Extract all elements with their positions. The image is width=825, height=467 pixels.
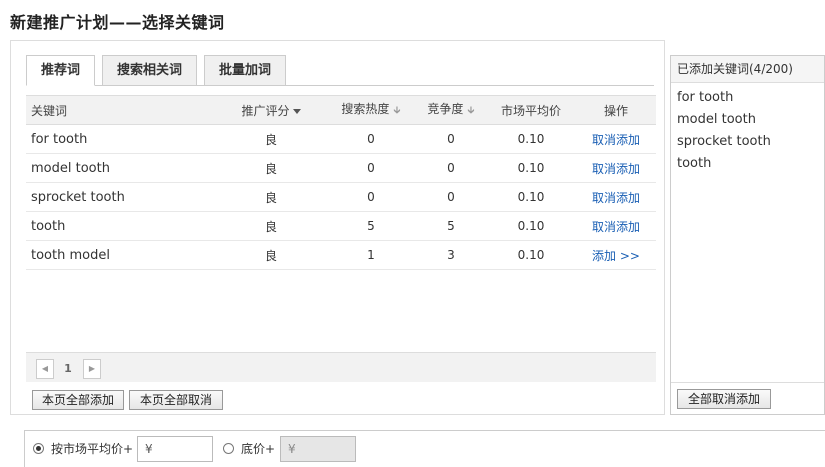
keyword-selection-panel: 推荐词 搜索相关词 批量加词 关键词 推广评分 搜索热度 🡳 竞争度 🡳 市场平均价… xyxy=(10,40,665,415)
header-heat[interactable]: 搜索热度 🡳 xyxy=(326,95,416,125)
header-action: 操作 xyxy=(576,95,656,125)
table-row: model tooth 良 0 0 0.10 取消添加 xyxy=(26,153,656,183)
keyword-table: 关键词 推广评分 搜索热度 🡳 竞争度 🡳 市场平均价 操作 for tooth 良… xyxy=(26,95,656,270)
cell-competition: 0 xyxy=(416,124,486,154)
cell-action: 添加 >> xyxy=(576,240,656,270)
next-page-button[interactable]: ▶ xyxy=(83,359,101,379)
cell-action: 取消添加 xyxy=(576,182,656,212)
cell-avg-price: 0.10 xyxy=(486,182,576,212)
cell-avg-price: 0.10 xyxy=(486,124,576,154)
add-all-on-page-button[interactable]: 本页全部添加 xyxy=(32,390,124,410)
cancel-add-link[interactable]: 取消添加 xyxy=(592,191,640,205)
list-item: model tooth xyxy=(677,112,756,127)
table-row: tooth 良 5 5 0.10 取消添加 xyxy=(26,211,656,241)
cell-competition: 0 xyxy=(416,153,486,183)
tab-divider xyxy=(26,85,654,86)
cell-heat: 1 xyxy=(326,240,416,270)
tab-recommended[interactable]: 推荐词 xyxy=(26,55,96,86)
current-page-number: 1 xyxy=(64,362,72,375)
tab-bulk-add[interactable]: 批量加词 xyxy=(204,55,287,86)
list-item: for tooth xyxy=(677,90,734,105)
cancel-all-on-page-button[interactable]: 本页全部取消 xyxy=(129,390,223,410)
sort-down-icon: 🡳 xyxy=(467,105,475,116)
added-keywords-title: 已添加关键词(4/200) xyxy=(671,56,824,83)
table-row: tooth model 良 1 3 0.10 添加 >> xyxy=(26,240,656,270)
header-competition[interactable]: 竞争度 🡳 xyxy=(416,95,486,125)
cell-avg-price: 0.10 xyxy=(486,240,576,270)
tab-search-related[interactable]: 搜索相关词 xyxy=(102,55,198,86)
cell-competition: 3 xyxy=(416,240,486,270)
base-price-label: 底价+ xyxy=(241,442,276,456)
cell-score: 良 xyxy=(216,182,326,212)
cancel-add-link[interactable]: 取消添加 xyxy=(592,133,640,147)
base-price-radio[interactable] xyxy=(223,443,234,454)
prev-page-button[interactable]: ◀ xyxy=(36,359,54,379)
cell-keyword: tooth xyxy=(26,211,216,241)
market-price-radio[interactable] xyxy=(33,443,44,454)
cell-heat: 0 xyxy=(326,153,416,183)
cell-keyword: sprocket tooth xyxy=(26,182,216,212)
cell-score: 良 xyxy=(216,240,326,270)
header-heat-label: 搜索热度 xyxy=(341,102,390,116)
table-row: for tooth 良 0 0 0.10 取消添加 xyxy=(26,124,656,154)
cell-competition: 0 xyxy=(416,182,486,212)
header-keyword: 关键词 xyxy=(26,95,216,125)
table-row: sprocket tooth 良 0 0 0.10 取消添加 xyxy=(26,182,656,212)
list-item: tooth xyxy=(677,156,712,171)
cell-action: 取消添加 xyxy=(576,153,656,183)
caret-down-icon xyxy=(292,108,301,114)
cell-keyword: model tooth xyxy=(26,153,216,183)
add-link[interactable]: 添加 >> xyxy=(592,249,640,263)
bid-price-panel: 按市场平均价+ ¥ 底价+ ¥ xyxy=(24,430,825,467)
cancel-all-added-button[interactable]: 全部取消添加 xyxy=(677,389,771,409)
cell-avg-price: 0.10 xyxy=(486,211,576,241)
cell-score: 良 xyxy=(216,153,326,183)
cell-avg-price: 0.10 xyxy=(486,153,576,183)
page-title: 新建推广计划——选择关键词 xyxy=(10,13,225,32)
cell-keyword: tooth model xyxy=(26,240,216,270)
market-price-label: 按市场平均价+ xyxy=(51,442,134,456)
cancel-add-link[interactable]: 取消添加 xyxy=(592,162,640,176)
tab-bar: 推荐词 搜索相关词 批量加词 xyxy=(26,55,293,86)
cell-keyword: for tooth xyxy=(26,124,216,154)
cell-competition: 5 xyxy=(416,211,486,241)
header-avg-price: 市场平均价 xyxy=(486,95,576,125)
header-score[interactable]: 推广评分 xyxy=(216,95,326,125)
market-price-input[interactable]: ¥ xyxy=(137,436,213,462)
table-header-row: 关键词 推广评分 搜索热度 🡳 竞争度 🡳 市场平均价 操作 xyxy=(26,95,656,125)
header-score-label: 推广评分 xyxy=(241,103,290,118)
cell-action: 取消添加 xyxy=(576,211,656,241)
header-competition-label: 竞争度 xyxy=(427,102,464,116)
list-item: sprocket tooth xyxy=(677,134,771,149)
added-keywords-panel: 已添加关键词(4/200) for tooth model tooth spro… xyxy=(670,55,825,415)
cell-heat: 5 xyxy=(326,211,416,241)
pager: ◀ 1 ▶ xyxy=(26,352,656,382)
sort-down-icon: 🡳 xyxy=(393,105,401,116)
cell-action: 取消添加 xyxy=(576,124,656,154)
cell-heat: 0 xyxy=(326,124,416,154)
cancel-add-link[interactable]: 取消添加 xyxy=(592,220,640,234)
added-keywords-footer: 全部取消添加 xyxy=(671,382,824,414)
cell-score: 良 xyxy=(216,211,326,241)
added-keywords-list: for tooth model tooth sprocket tooth too… xyxy=(671,83,824,175)
cell-heat: 0 xyxy=(326,182,416,212)
base-price-input[interactable]: ¥ xyxy=(280,436,356,462)
cell-score: 良 xyxy=(216,124,326,154)
